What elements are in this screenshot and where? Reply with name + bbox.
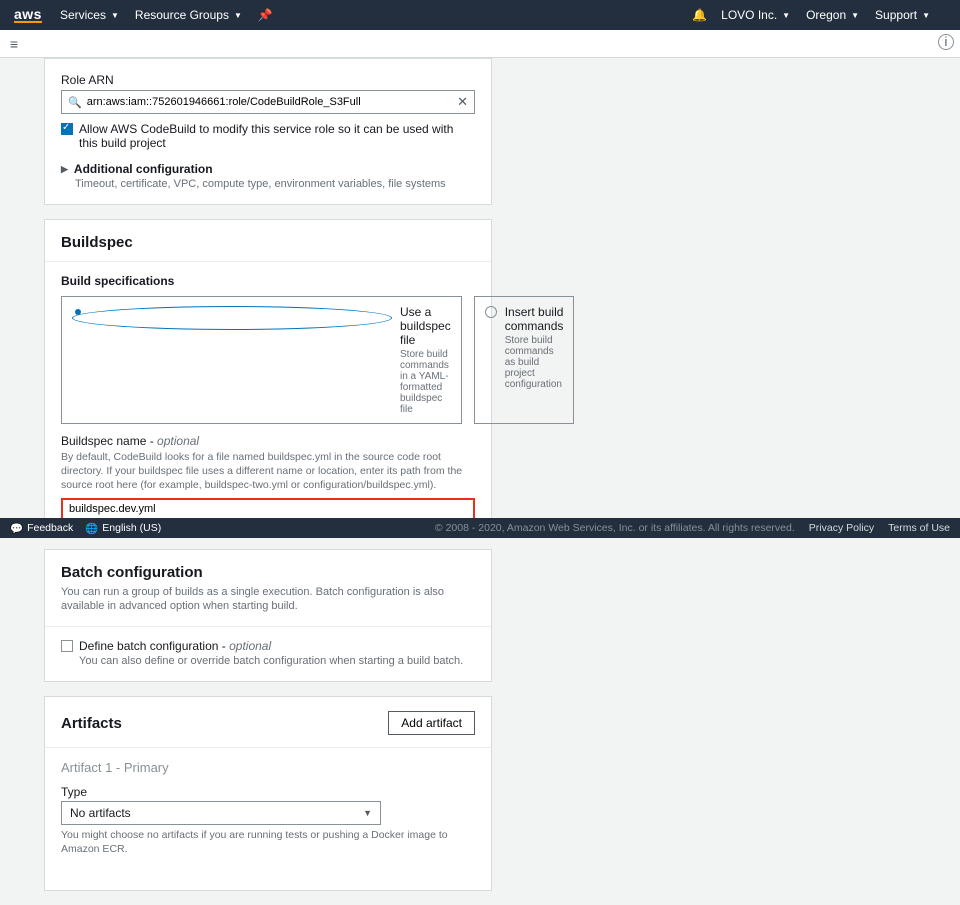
buildspec-name-input[interactable] <box>69 503 467 515</box>
artifacts-title: Artifacts <box>61 715 122 732</box>
sub-nav: ≡ i <box>0 30 960 58</box>
allow-modify-checkbox-row[interactable]: Allow AWS CodeBuild to modify this servi… <box>61 122 475 150</box>
region-menu[interactable]: Oregon▼ <box>806 8 859 22</box>
global-nav: aws Services▼ Resource Groups▼ 📌 🔔 LOVO … <box>0 0 960 30</box>
radio-selected-icon <box>72 306 392 330</box>
artifact-type-label: Type <box>61 785 475 799</box>
option-desc: Store build commands as build project co… <box>505 335 564 390</box>
artifacts-card: Artifacts Add artifact Artifact 1 - Prim… <box>44 696 492 890</box>
chevron-down-icon: ▼ <box>922 11 930 20</box>
artifact-type-select[interactable]: No artifacts ▼ <box>61 801 381 825</box>
role-arn-input-wrap[interactable]: 🔍 ✕ <box>61 90 475 114</box>
role-arn-label: Role ARN <box>61 73 475 87</box>
radio-unselected-icon <box>485 306 497 318</box>
chevron-down-icon: ▼ <box>782 11 790 20</box>
option-title: Insert build commands <box>505 305 564 333</box>
copyright: © 2008 - 2020, Amazon Web Services, Inc.… <box>435 522 795 534</box>
support-menu[interactable]: Support▼ <box>875 8 930 22</box>
buildspec-name-label: Buildspec name - optional <box>61 434 475 448</box>
menu-icon[interactable]: ≡ <box>0 36 28 52</box>
chevron-down-icon: ▼ <box>363 808 372 818</box>
bell-icon[interactable]: 🔔 <box>692 8 707 22</box>
insert-build-commands-option[interactable]: Insert build commands Store build comman… <box>474 296 575 424</box>
additional-config-desc: Timeout, certificate, VPC, compute type,… <box>75 178 475 190</box>
caret-right-icon: ▶ <box>61 164 68 175</box>
build-spec-subhead: Build specifications <box>61 274 475 288</box>
resource-groups-menu[interactable]: Resource Groups▼ <box>135 8 242 22</box>
buildspec-title: Buildspec <box>61 234 475 251</box>
aws-logo[interactable]: aws <box>14 8 42 23</box>
buildspec-name-desc: By default, CodeBuild looks for a file n… <box>61 450 475 493</box>
artifact-note: You might choose no artifacts if you are… <box>61 828 475 856</box>
additional-config-toggle[interactable]: ▶ Additional configuration <box>61 162 475 176</box>
option-title: Use a buildspec file <box>400 305 451 347</box>
checkbox-unchecked-icon[interactable] <box>61 640 73 652</box>
artifact-1-heading: Artifact 1 - Primary <box>61 760 475 775</box>
batch-title: Batch configuration <box>61 564 475 581</box>
environment-card: Role ARN 🔍 ✕ Allow AWS CodeBuild to modi… <box>44 58 492 205</box>
add-artifact-button[interactable]: Add artifact <box>388 711 475 735</box>
option-desc: Store build commands in a YAML-formatted… <box>400 349 451 415</box>
buildspec-name-input-wrap[interactable] <box>61 498 475 520</box>
clear-icon[interactable]: ✕ <box>457 94 468 110</box>
batch-checkbox-row[interactable]: Define batch configuration - optional Yo… <box>61 639 475 667</box>
allow-modify-label: Allow AWS CodeBuild to modify this servi… <box>79 122 475 150</box>
chevron-down-icon: ▼ <box>111 11 119 20</box>
search-icon: 🔍 <box>68 96 82 109</box>
chevron-down-icon: ▼ <box>851 11 859 20</box>
language-link[interactable]: 🌐 English (US) <box>85 522 161 535</box>
buildspec-card: Buildspec Build specifications Use a bui… <box>44 219 492 535</box>
use-buildspec-file-option[interactable]: Use a buildspec file Store build command… <box>61 296 462 424</box>
batch-checkbox-label: Define batch configuration - optional <box>79 639 463 653</box>
account-menu[interactable]: LOVO Inc.▼ <box>721 8 790 22</box>
batch-desc: You can run a group of builds as a singl… <box>61 585 475 615</box>
footer: 💬 Feedback 🌐 English (US) © 2008 - 2020,… <box>0 518 960 538</box>
pin-icon[interactable]: 📌 <box>258 8 273 22</box>
services-menu[interactable]: Services▼ <box>60 8 119 22</box>
terms-link[interactable]: Terms of Use <box>888 522 950 534</box>
batch-config-card: Batch configuration You can run a group … <box>44 549 492 683</box>
batch-checkbox-desc: You can also define or override batch co… <box>79 655 463 667</box>
info-icon[interactable]: i <box>938 34 954 50</box>
feedback-link[interactable]: 💬 Feedback <box>10 522 73 535</box>
artifact-type-value: No artifacts <box>70 806 131 820</box>
role-arn-input[interactable] <box>87 96 457 108</box>
chevron-down-icon: ▼ <box>234 11 242 20</box>
checkbox-checked-icon[interactable] <box>61 123 73 135</box>
privacy-link[interactable]: Privacy Policy <box>809 522 874 534</box>
